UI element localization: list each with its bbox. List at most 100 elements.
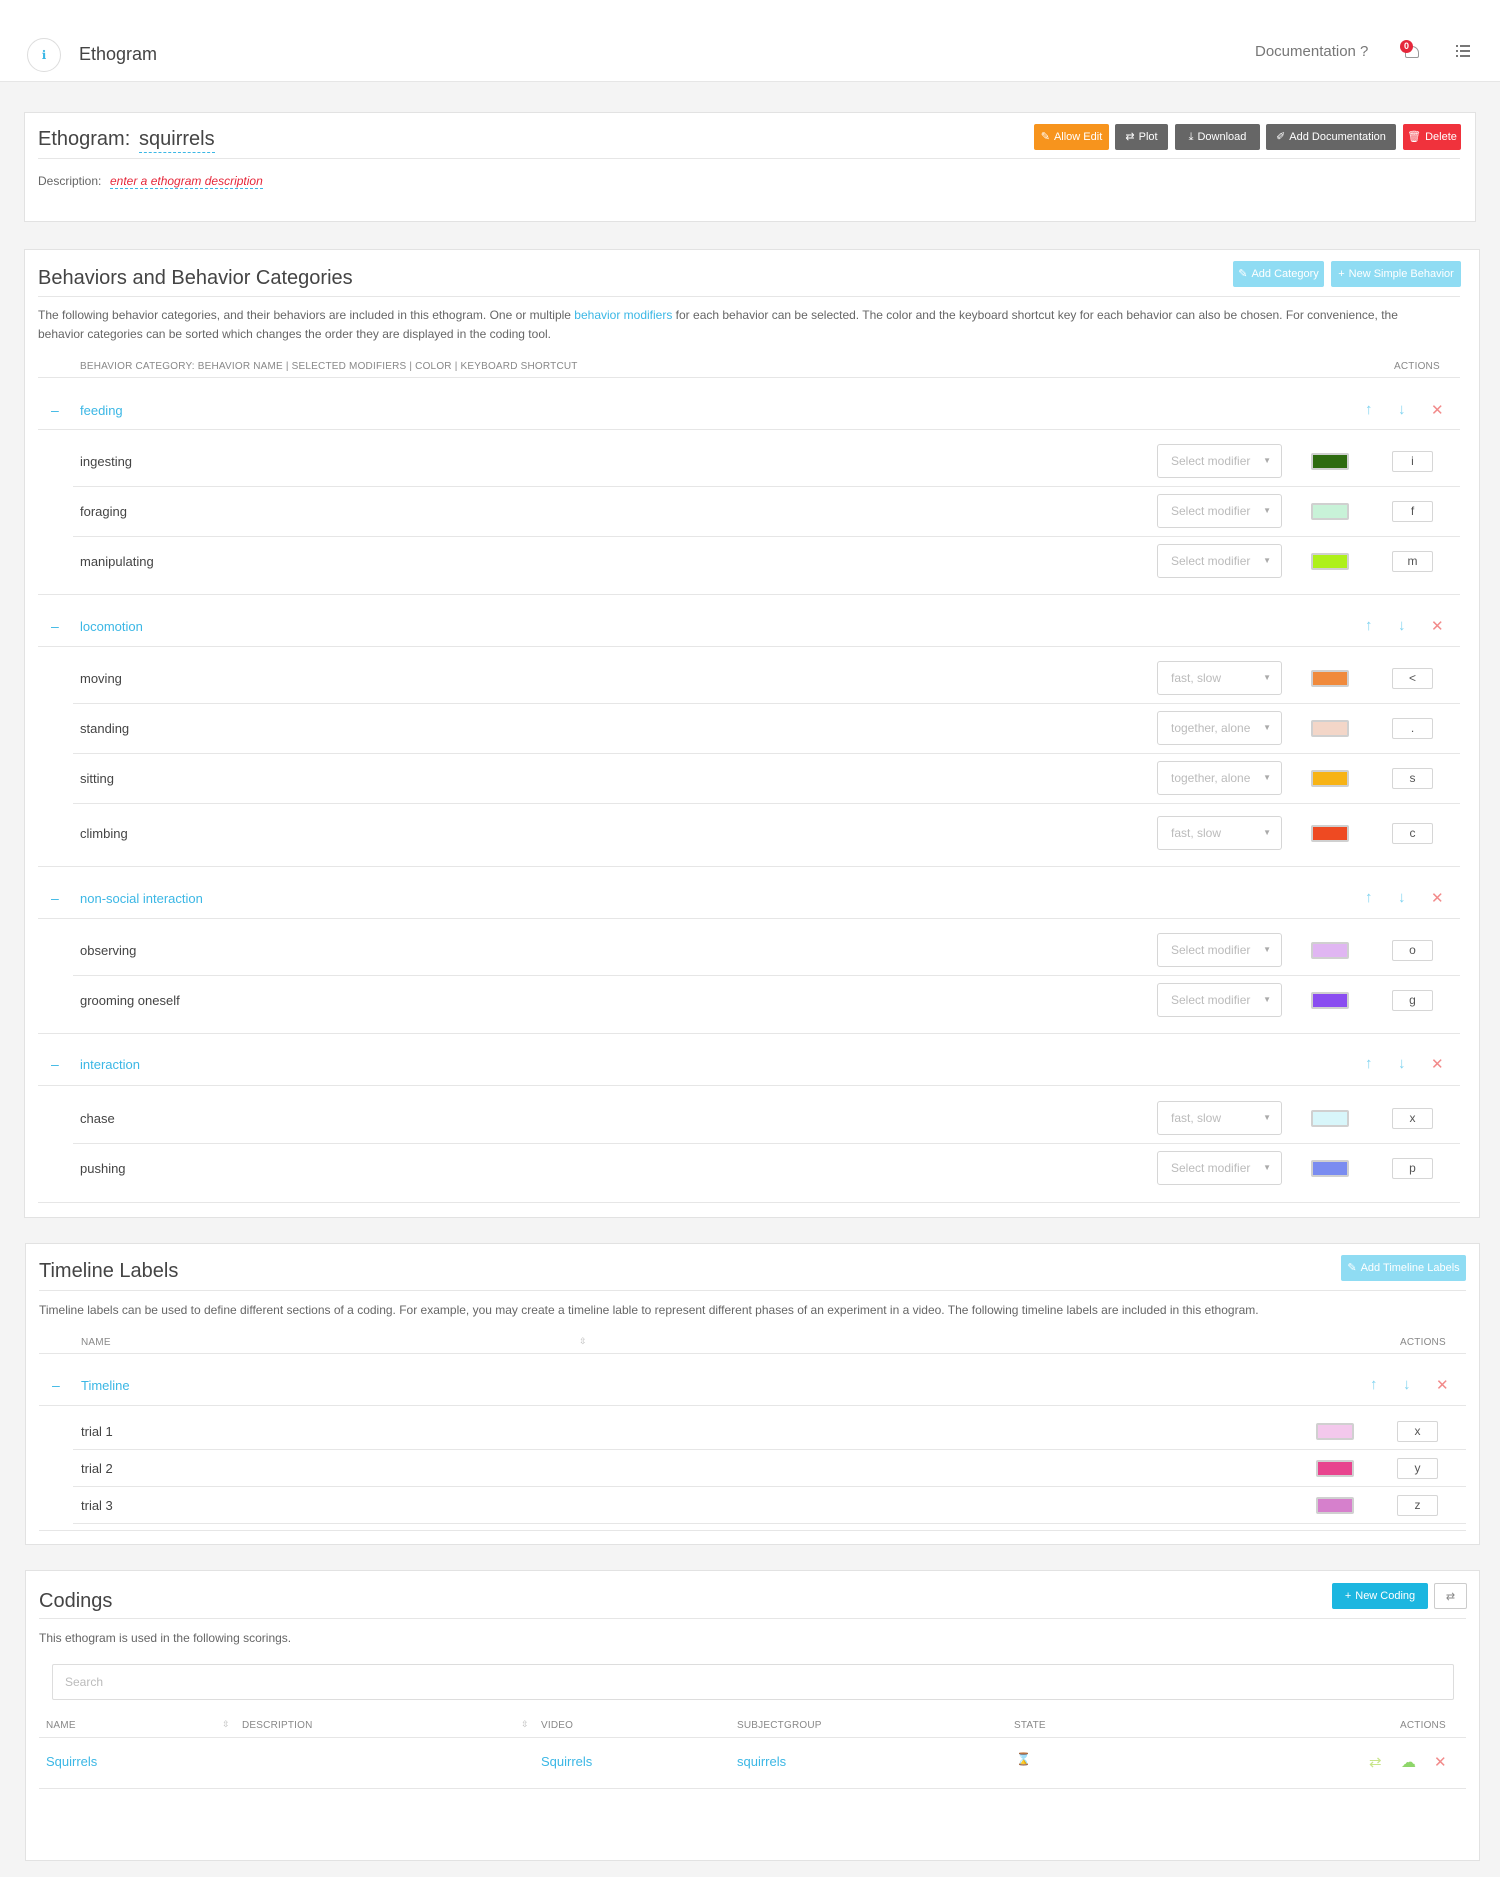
coding-video-link[interactable]: Squirrels — [541, 1754, 592, 1769]
delete-ethogram-button[interactable]: 🗑 Delete — [1403, 124, 1461, 150]
timeline-label-name[interactable]: trial 3 — [81, 1498, 113, 1513]
modifier-select[interactable]: Select modifier ▼ — [1157, 1151, 1282, 1185]
move-down-icon[interactable]: ↓ — [1403, 1376, 1411, 1393]
move-up-icon[interactable]: ↑ — [1365, 617, 1373, 634]
move-down-icon[interactable]: ↓ — [1398, 1055, 1406, 1072]
modifier-select[interactable]: fast, slow ▼ — [1157, 816, 1282, 850]
allow-edit-button[interactable]: ✎ Allow Edit — [1034, 124, 1109, 150]
add-category-button[interactable]: ✎ Add Category — [1233, 261, 1324, 287]
download-button[interactable]: ⤓ Download — [1175, 124, 1260, 150]
modifier-select[interactable]: Select modifier ▼ — [1157, 444, 1282, 478]
keyboard-shortcut[interactable]: < — [1392, 668, 1433, 689]
keyboard-shortcut[interactable]: m — [1392, 551, 1433, 572]
behavior-name[interactable]: pushing — [80, 1161, 126, 1176]
plot-codings-button[interactable]: ⇄ — [1434, 1583, 1467, 1609]
collapse-icon[interactable]: – — [51, 1056, 59, 1072]
keyboard-shortcut[interactable]: x — [1392, 1108, 1433, 1129]
category-name[interactable]: feeding — [80, 403, 123, 418]
color-swatch[interactable] — [1311, 453, 1349, 470]
keyboard-shortcut[interactable]: x — [1397, 1421, 1438, 1442]
color-swatch[interactable] — [1316, 1423, 1354, 1440]
behavior-name[interactable]: observing — [80, 943, 136, 958]
keyboard-shortcut[interactable]: i — [1392, 451, 1433, 472]
ethogram-name-editable[interactable]: squirrels — [139, 128, 215, 153]
collapse-icon[interactable]: – — [51, 618, 59, 634]
color-swatch[interactable] — [1311, 825, 1349, 842]
keyboard-shortcut[interactable]: s — [1392, 768, 1433, 789]
move-down-icon[interactable]: ↓ — [1398, 889, 1406, 906]
color-swatch[interactable] — [1316, 1497, 1354, 1514]
new-coding-button[interactable]: + New Coding — [1332, 1583, 1428, 1609]
move-up-icon[interactable]: ↑ — [1370, 1376, 1378, 1393]
category-name[interactable]: locomotion — [80, 619, 143, 634]
timeline-label-name[interactable]: trial 2 — [81, 1461, 113, 1476]
keyboard-shortcut[interactable]: f — [1392, 501, 1433, 522]
behavior-name[interactable]: ingesting — [80, 454, 132, 469]
info-logo-icon[interactable]: ℹ — [27, 38, 61, 72]
keyboard-shortcut[interactable]: g — [1392, 990, 1433, 1011]
codings-search-input[interactable]: Search — [52, 1664, 1454, 1700]
modifier-select[interactable]: together, alone ▼ — [1157, 761, 1282, 795]
keyboard-shortcut[interactable]: c — [1392, 823, 1433, 844]
delete-category-icon[interactable]: ✕ — [1431, 617, 1444, 635]
color-swatch[interactable] — [1311, 1160, 1349, 1177]
sort-icon[interactable]: ⇳ — [579, 1336, 587, 1347]
keyboard-shortcut[interactable]: o — [1392, 940, 1433, 961]
move-down-icon[interactable]: ↓ — [1398, 401, 1406, 418]
color-swatch[interactable] — [1311, 720, 1349, 737]
move-up-icon[interactable]: ↑ — [1365, 889, 1373, 906]
keyboard-shortcut[interactable]: y — [1397, 1458, 1438, 1479]
add-timeline-labels-button[interactable]: ✎ Add Timeline Labels — [1341, 1255, 1466, 1281]
coding-subjectgroup-link[interactable]: squirrels — [737, 1754, 786, 1769]
category-name[interactable]: interaction — [80, 1057, 140, 1072]
notification-button[interactable]: 0 — [1400, 40, 1422, 62]
move-down-icon[interactable]: ↓ — [1398, 617, 1406, 634]
behavior-name[interactable]: manipulating — [80, 554, 154, 569]
behavior-name[interactable]: chase — [80, 1111, 115, 1126]
new-simple-behavior-button[interactable]: + New Simple Behavior — [1331, 261, 1461, 287]
behavior-name[interactable]: standing — [80, 721, 129, 736]
color-swatch[interactable] — [1311, 503, 1349, 520]
collapse-icon[interactable]: – — [51, 890, 59, 906]
modifier-select[interactable]: Select modifier ▼ — [1157, 544, 1282, 578]
move-up-icon[interactable]: ↑ — [1365, 1055, 1373, 1072]
delete-category-icon[interactable]: ✕ — [1431, 889, 1444, 907]
color-swatch[interactable] — [1311, 942, 1349, 959]
color-swatch[interactable] — [1316, 1460, 1354, 1477]
color-swatch[interactable] — [1311, 670, 1349, 687]
category-name[interactable]: non-social interaction — [80, 891, 203, 906]
collapse-icon[interactable]: – — [51, 402, 59, 418]
modifier-select[interactable]: Select modifier ▼ — [1157, 933, 1282, 967]
list-menu-icon[interactable] — [1456, 45, 1470, 58]
modifier-select[interactable]: Select modifier ▼ — [1157, 494, 1282, 528]
behavior-modifiers-link[interactable]: behavior modifiers — [574, 308, 672, 322]
documentation-link[interactable]: Documentation ? — [1255, 43, 1368, 60]
modifier-select[interactable]: fast, slow ▼ — [1157, 1101, 1282, 1135]
plot-button[interactable]: ⇄ Plot — [1115, 124, 1168, 150]
delete-category-icon[interactable]: ✕ — [1431, 401, 1444, 419]
behavior-name[interactable]: grooming oneself — [80, 993, 180, 1008]
sort-icon[interactable]: ⇳ — [521, 1719, 529, 1730]
modifier-select[interactable]: fast, slow ▼ — [1157, 661, 1282, 695]
keyboard-shortcut[interactable]: z — [1397, 1495, 1438, 1516]
modifier-select[interactable]: Select modifier ▼ — [1157, 983, 1282, 1017]
behavior-name[interactable]: foraging — [80, 504, 127, 519]
color-swatch[interactable] — [1311, 992, 1349, 1009]
keyboard-shortcut[interactable]: p — [1392, 1158, 1433, 1179]
behavior-name[interactable]: moving — [80, 671, 122, 686]
color-swatch[interactable] — [1311, 770, 1349, 787]
color-swatch[interactable] — [1311, 1110, 1349, 1127]
add-documentation-button[interactable]: ✐ Add Documentation — [1266, 124, 1396, 150]
delete-icon[interactable]: ✕ — [1436, 1376, 1449, 1394]
plot-icon[interactable]: ⇄ — [1369, 1753, 1382, 1771]
collapse-icon[interactable]: – — [52, 1377, 60, 1393]
timeline-category-name[interactable]: Timeline — [81, 1378, 130, 1393]
delete-category-icon[interactable]: ✕ — [1431, 1055, 1444, 1073]
description-editable[interactable]: enter a ethogram description — [110, 174, 263, 189]
behavior-name[interactable]: climbing — [80, 826, 128, 841]
cloud-icon[interactable]: ☁ — [1401, 1753, 1416, 1771]
delete-icon[interactable]: ✕ — [1434, 1753, 1447, 1771]
keyboard-shortcut[interactable]: . — [1392, 718, 1433, 739]
coding-name-link[interactable]: Squirrels — [46, 1754, 97, 1769]
behavior-name[interactable]: sitting — [80, 771, 114, 786]
